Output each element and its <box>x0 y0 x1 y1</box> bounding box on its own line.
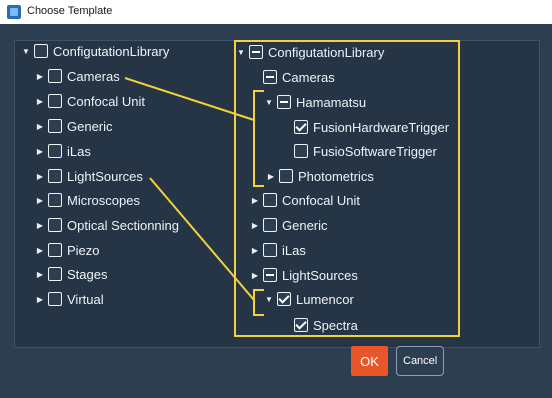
expand-down-icon[interactable]: ▼ <box>21 47 31 56</box>
tree-item-label: ConfigutationLibrary <box>53 43 170 59</box>
highlight-box <box>234 40 460 337</box>
tree-item-label: Optical Sectionning <box>67 217 180 233</box>
tree-item-label: Confocal Unit <box>67 93 146 109</box>
checkbox[interactable] <box>48 119 62 133</box>
checkbox[interactable] <box>48 292 62 306</box>
checkbox[interactable] <box>48 243 62 257</box>
expand-right-icon[interactable]: ▶ <box>35 147 45 156</box>
app-icon <box>7 5 21 19</box>
expand-right-icon[interactable]: ▶ <box>35 122 45 131</box>
tree-item-label: Piezo <box>67 242 100 258</box>
expand-right-icon[interactable]: ▶ <box>35 246 45 255</box>
left-tree-item-stages[interactable]: ▶ Stages <box>35 264 108 284</box>
left-tree-item-cameras[interactable]: ▶ Cameras <box>35 66 120 86</box>
left-tree-item-confocal-unit[interactable]: ▶ Confocal Unit <box>35 91 145 111</box>
tree-item-label: Generic <box>67 118 113 134</box>
expand-right-icon[interactable]: ▶ <box>35 295 45 304</box>
expand-right-icon[interactable]: ▶ <box>35 97 45 106</box>
tree-item-label: Stages <box>67 266 108 282</box>
ok-button[interactable]: OK <box>351 346 388 376</box>
checkbox[interactable] <box>48 69 62 83</box>
checkbox[interactable] <box>48 94 62 108</box>
tree-item-label: Microscopes <box>67 192 140 208</box>
checkbox[interactable] <box>48 193 62 207</box>
title-bar: Choose Template <box>0 0 552 25</box>
tree-item-label: iLas <box>67 143 91 159</box>
left-tree-item-optical-sectionning[interactable]: ▶ Optical Sectionning <box>35 215 179 235</box>
window-title: Choose Template <box>27 5 113 17</box>
expand-right-icon[interactable]: ▶ <box>35 270 45 279</box>
left-tree-item-lightsources[interactable]: ▶ LightSources <box>35 166 143 186</box>
checkbox[interactable] <box>48 144 62 158</box>
expand-right-icon[interactable]: ▶ <box>35 172 45 181</box>
left-tree-item-generic[interactable]: ▶ Generic <box>35 116 113 136</box>
expand-right-icon[interactable]: ▶ <box>35 221 45 230</box>
left-tree-root[interactable]: ▼ ConfigutationLibrary <box>21 41 169 61</box>
left-tree-item-piezo[interactable]: ▶ Piezo <box>35 240 100 260</box>
checkbox[interactable] <box>48 169 62 183</box>
checkbox[interactable] <box>48 267 62 281</box>
left-tree-item-virtual[interactable]: ▶ Virtual <box>35 289 104 309</box>
expand-right-icon[interactable]: ▶ <box>35 72 45 81</box>
checkbox[interactable] <box>48 218 62 232</box>
left-tree-item-ilas[interactable]: ▶ iLas <box>35 141 91 161</box>
expand-right-icon[interactable]: ▶ <box>35 196 45 205</box>
tree-item-label: LightSources <box>67 168 143 184</box>
cancel-button[interactable]: Cancel <box>396 346 444 376</box>
left-tree-item-microscopes[interactable]: ▶ Microscopes <box>35 190 140 210</box>
tree-item-label: Cameras <box>67 68 120 84</box>
tree-item-label: Virtual <box>67 291 104 307</box>
checkbox[interactable] <box>34 44 48 58</box>
